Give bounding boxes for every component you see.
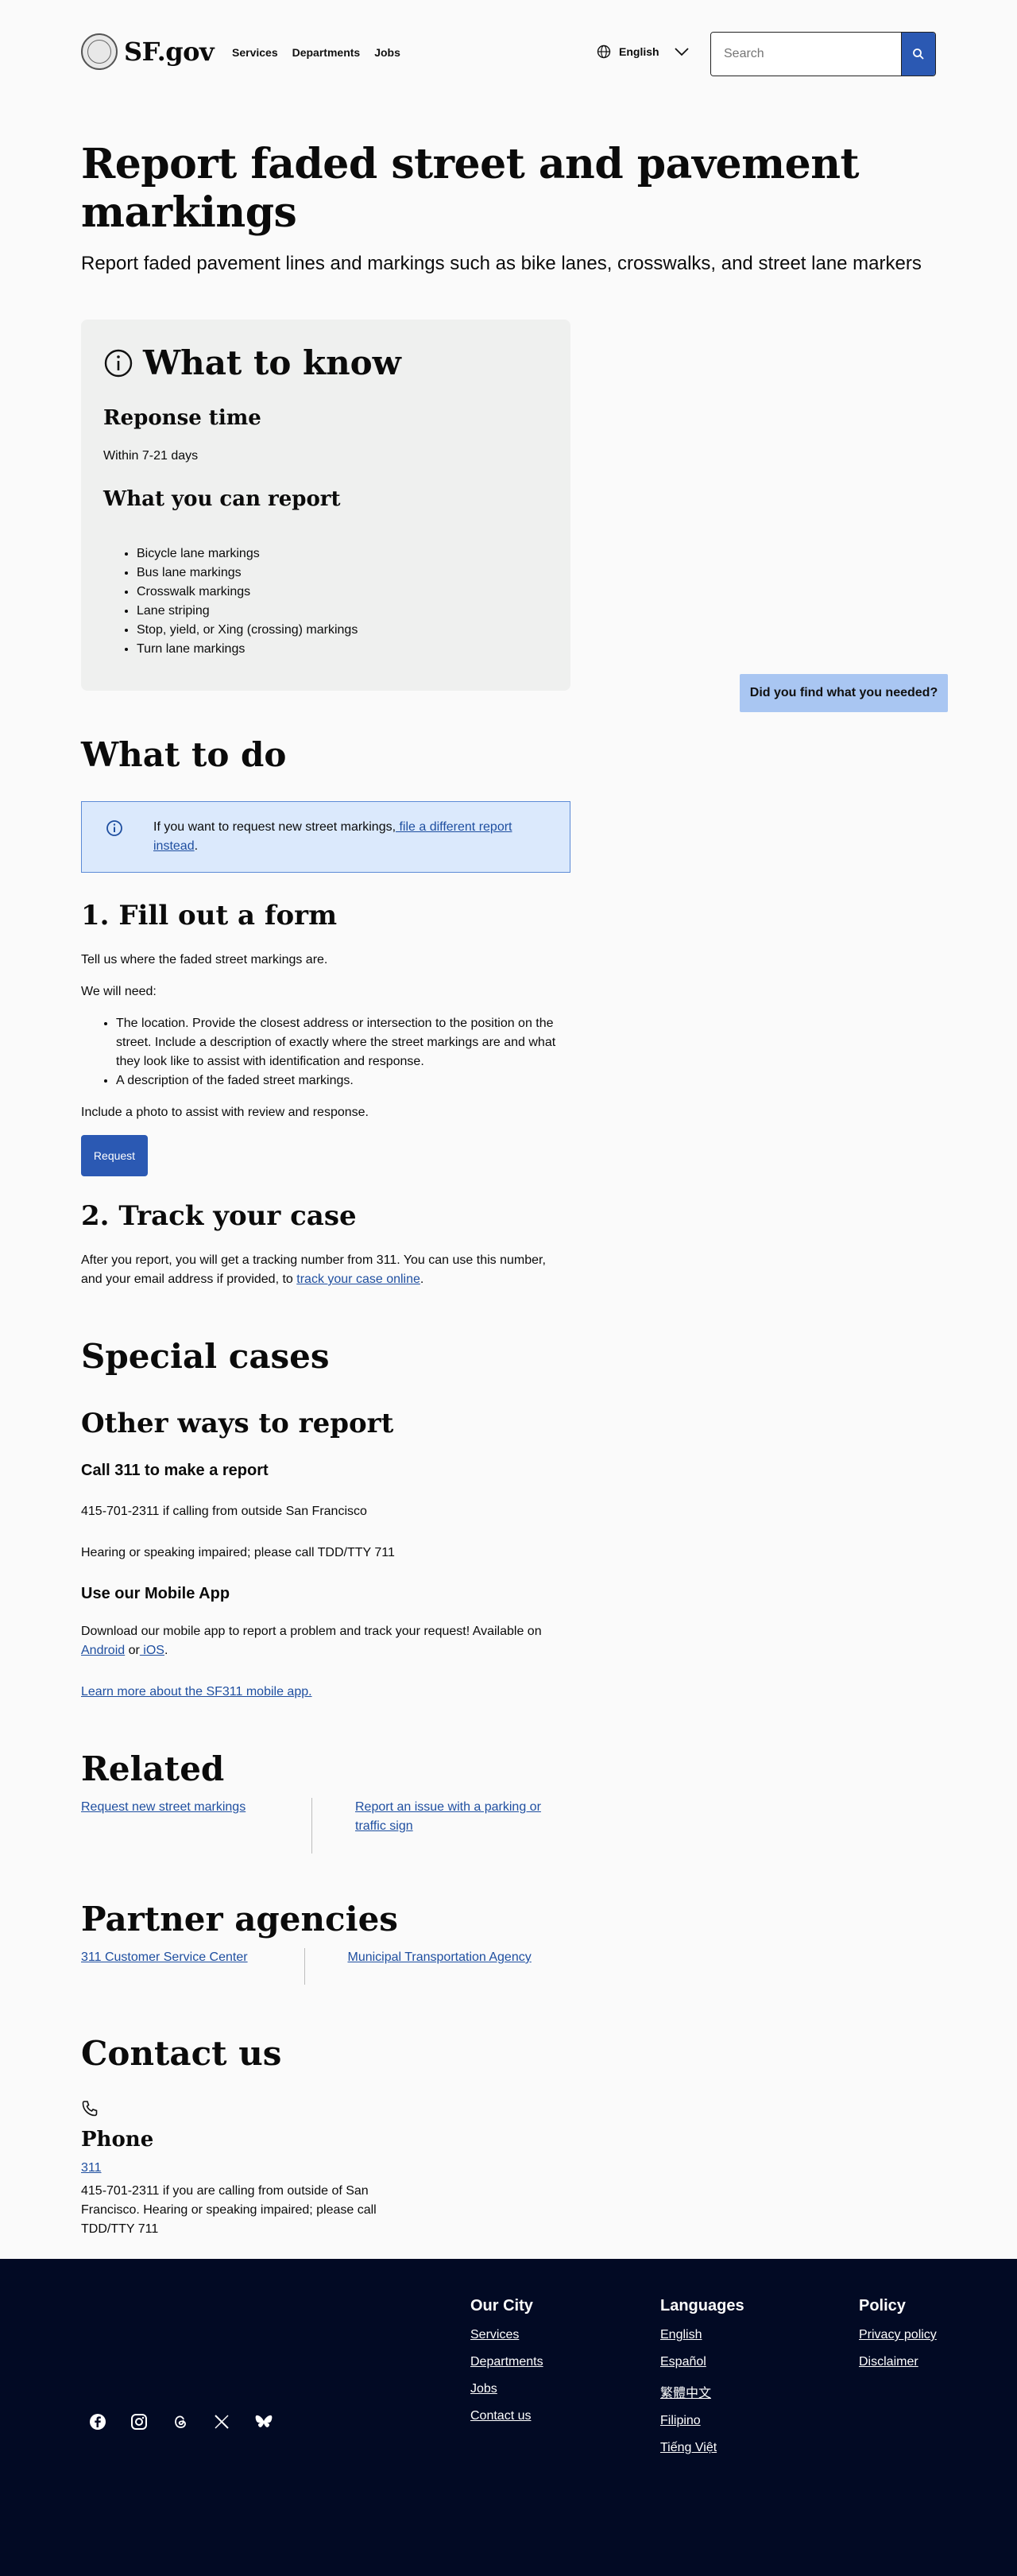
footer-heading-languages: Languages — [660, 2297, 744, 2315]
search-box — [710, 32, 936, 76]
list-item: Stop, yield, or Xing (crossing) markings — [137, 621, 548, 640]
step1-title: 1. Fill out a form — [81, 900, 338, 932]
step1-list: The location. Provide the closest addres… — [116, 1014, 570, 1090]
step2-title: 2. Track your case — [81, 1200, 357, 1232]
what-you-can-report-heading: What you can report — [103, 487, 341, 511]
report-list: Bicycle lane markings Bus lane markings … — [137, 544, 548, 659]
footer-languages: Languages English Español 繁體中文 Filipino … — [660, 2297, 744, 2468]
instagram-icon[interactable] — [130, 2413, 148, 2431]
footer-link-services[interactable]: Services — [470, 2328, 543, 2342]
phone-311-link[interactable]: 311 — [81, 2161, 102, 2175]
mobile-app-heading: Use our Mobile App — [81, 1585, 230, 1602]
divider — [304, 1948, 305, 1985]
search-input[interactable] — [711, 33, 901, 76]
step1-photo: Include a photo to assist with review an… — [81, 1106, 369, 1119]
step1-body: Tell us where the faded street markings … — [81, 951, 570, 1122]
feedback-button[interactable]: Did you find what you needed? — [740, 674, 948, 712]
partner-agencies-title: Partner agencies — [81, 1900, 398, 1939]
footer-heading-our-city: Our City — [470, 2297, 533, 2315]
language-label: English — [619, 45, 659, 58]
globe-icon — [597, 45, 611, 59]
footer-link-disclaimer[interactable]: Disclaimer — [859, 2355, 937, 2369]
nav-departments[interactable]: Departments — [292, 46, 361, 59]
page-title: Report faded street and pavement marking… — [81, 140, 860, 237]
social-links — [89, 2413, 273, 2431]
footer-link-filipino[interactable]: Filipino — [660, 2414, 744, 2428]
nav-jobs[interactable]: Jobs — [374, 46, 400, 59]
sfgov-logo[interactable]: SF.gov — [81, 33, 215, 70]
related-link-new-markings[interactable]: Request new street markings — [81, 1800, 246, 1814]
special-cases-title: Special cases — [81, 1337, 330, 1376]
partner-link-mta[interactable]: Municipal Transportation Agency — [347, 1950, 531, 1964]
partner-links: 311 Customer Service Center Municipal Tr… — [81, 1948, 570, 1985]
logo-text: SF.gov — [124, 37, 215, 67]
list-item: The location. Provide the closest addres… — [116, 1014, 570, 1071]
step1-need: We will need: — [81, 985, 157, 998]
list-item: Bus lane markings — [137, 564, 548, 583]
learn-more-app-link[interactable]: Learn more about the SF311 mobile app. — [81, 1685, 312, 1699]
phone-text: 415-701-2311 if you are calling from out… — [81, 2184, 377, 2236]
footer-link-contact[interactable]: Contact us — [470, 2409, 543, 2423]
list-item: A description of the faded street markin… — [116, 1071, 570, 1090]
what-to-do-title: What to do — [81, 735, 287, 774]
footer-our-city: Our City Services Departments Jobs Conta… — [470, 2297, 543, 2436]
phone-heading: Phone — [81, 2128, 154, 2152]
site-footer: Our City Services Departments Jobs Conta… — [0, 2259, 1017, 2576]
call-311-line1: 415-701-2311 if calling from outside San… — [81, 1505, 367, 1518]
main-nav: Services Departments Jobs — [232, 46, 400, 59]
language-selector[interactable]: English — [597, 45, 690, 59]
footer-link-privacy[interactable]: Privacy policy — [859, 2328, 937, 2342]
related-link-parking-sign[interactable]: Report an issue with a parking or traffi… — [355, 1800, 541, 1833]
callout-text: If you want to request new street markin… — [153, 820, 396, 834]
footer-link-jobs[interactable]: Jobs — [470, 2382, 543, 2396]
call-311-line2: Hearing or speaking impaired; please cal… — [81, 1546, 395, 1559]
info-icon — [106, 820, 122, 836]
other-ways-title: Other ways to report — [81, 1408, 394, 1439]
footer-link-english[interactable]: English — [660, 2328, 744, 2342]
phone-icon — [82, 2101, 98, 2117]
bluesky-icon[interactable] — [254, 2413, 273, 2431]
response-time-value: Within 7-21 days — [103, 449, 199, 463]
contact-us-title: Contact us — [81, 2034, 282, 2073]
info-callout: If you want to request new street markin… — [81, 801, 570, 873]
chevron-down-icon — [674, 48, 689, 56]
footer-link-departments[interactable]: Departments — [470, 2355, 543, 2369]
info-icon — [104, 349, 133, 377]
related-links: Request new street markings Report an is… — [81, 1798, 570, 1854]
city-seal-icon — [81, 33, 118, 70]
response-time-heading: Reponse time — [103, 406, 261, 430]
facebook-icon[interactable] — [89, 2413, 106, 2431]
footer-policy: Policy Privacy policy Disclaimer — [859, 2297, 937, 2382]
what-to-know-box: What to know Reponse time Within 7-21 da… — [81, 320, 570, 691]
list-item: Lane striping — [137, 602, 548, 621]
main-content: Report faded street and pavement marking… — [0, 140, 1017, 2239]
threads-icon[interactable] — [172, 2413, 189, 2431]
search-icon — [913, 48, 924, 60]
x-icon[interactable] — [213, 2413, 230, 2431]
what-to-know-title: What to know — [143, 343, 401, 382]
list-item: Crosswalk markings — [137, 583, 548, 602]
footer-heading-policy: Policy — [859, 2297, 906, 2315]
step1-intro: Tell us where the faded street markings … — [81, 953, 328, 966]
site-header: SF.gov Services Departments Jobs English — [0, 0, 1017, 108]
track-case-link[interactable]: track your case online — [296, 1273, 420, 1286]
list-item: Turn lane markings — [137, 640, 548, 659]
nav-services[interactable]: Services — [232, 46, 278, 59]
search-button[interactable] — [901, 33, 935, 76]
call-311-heading: Call 311 to make a report — [81, 1462, 269, 1479]
ios-link[interactable]: iOS — [140, 1644, 164, 1657]
footer-link-spanish[interactable]: Español — [660, 2355, 744, 2369]
partner-link-311[interactable]: 311 Customer Service Center — [81, 1950, 248, 1964]
mobile-app-text: Download our mobile app to report a prob… — [81, 1625, 542, 1657]
divider — [311, 1798, 312, 1854]
request-button[interactable]: Request — [81, 1135, 148, 1176]
android-link[interactable]: Android — [81, 1644, 125, 1657]
footer-link-vietnamese[interactable]: Tiếng Việt — [660, 2441, 744, 2455]
related-title: Related — [81, 1749, 225, 1788]
list-item: Bicycle lane markings — [137, 544, 548, 564]
step2-text: After you report, you will get a trackin… — [81, 1253, 546, 1286]
footer-link-chinese[interactable]: 繁體中文 — [660, 2382, 744, 2401]
page-subtitle: Report faded pavement lines and markings… — [81, 253, 922, 274]
